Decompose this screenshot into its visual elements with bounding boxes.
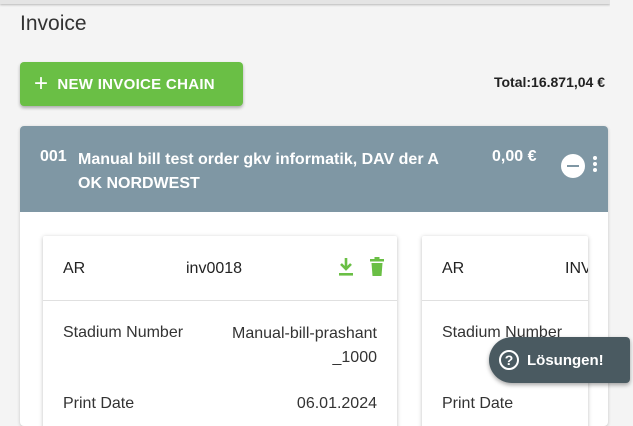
help-solutions-button[interactable]: ? Lösungen! [489, 337, 630, 383]
plus-icon: + [34, 70, 49, 97]
invoice-number: INV [565, 260, 588, 277]
invoice-chain-header[interactable]: 001 Manual bill test order gkv informati… [20, 126, 608, 212]
chain-number: 001 [40, 148, 67, 165]
invoice-type: AR [63, 260, 86, 277]
kebab-menu-icon[interactable] [591, 156, 599, 176]
invoice-card-header: AR inv0018 [43, 236, 397, 301]
invoice-type: AR [442, 260, 465, 277]
print-date-value: 06.01.2024 [296, 395, 377, 412]
chain-amount: 0,00 € [492, 148, 537, 165]
invoice-card-header: AR INV [422, 236, 588, 301]
total-amount: Total:16.871,04 € [493, 74, 605, 90]
invoice-number: inv0018 [186, 260, 243, 277]
trash-icon[interactable] [367, 256, 387, 278]
stadium-number-value: Manual-bill-prashant_1000 [232, 325, 377, 366]
download-icon[interactable] [336, 256, 356, 278]
top-bar-edge [0, 0, 610, 4]
minus-circle-icon[interactable] [561, 154, 585, 178]
stadium-number-label: Stadium Number [63, 324, 184, 341]
page-title: Invoice [20, 12, 87, 35]
new-invoice-chain-label: NEW INVOICE CHAIN [57, 75, 215, 93]
new-invoice-chain-button[interactable]: + NEW INVOICE CHAIN [20, 62, 243, 106]
help-label: Lösungen! [527, 351, 604, 369]
help-circle-icon: ? [499, 350, 519, 370]
print-date-label: Print Date [442, 395, 514, 412]
print-date-label: Print Date [63, 395, 135, 412]
chain-title: Manual bill test order gkv informatik, D… [78, 151, 439, 192]
